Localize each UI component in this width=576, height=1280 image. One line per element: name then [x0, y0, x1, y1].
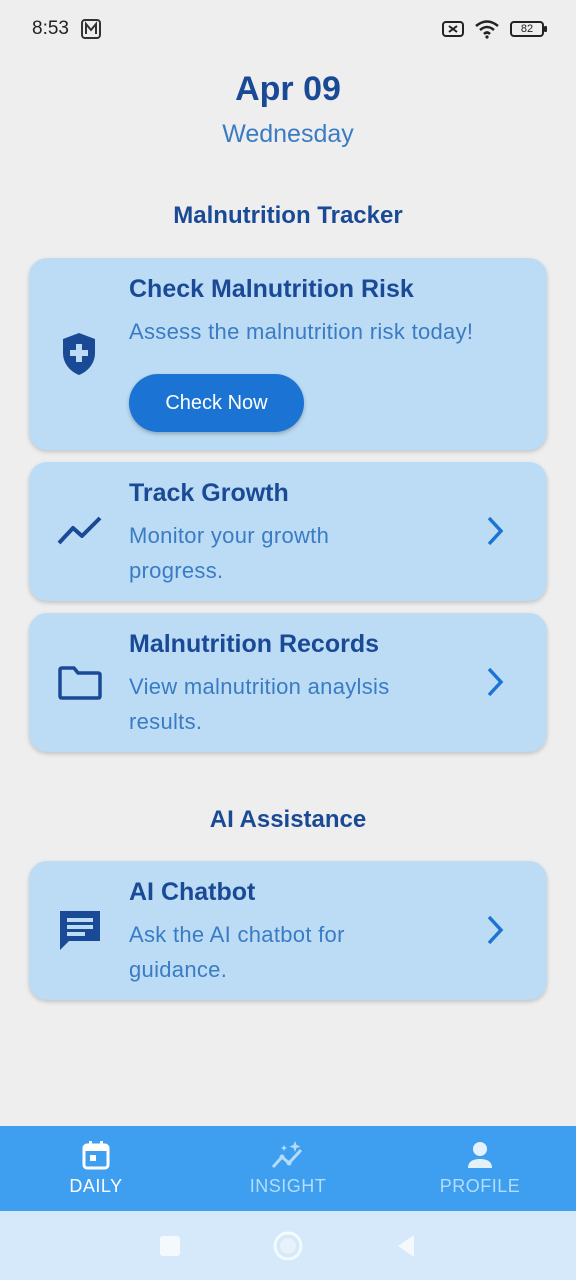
battery-level: 82 — [520, 23, 534, 35]
nav-profile[interactable]: PROFILE — [384, 1126, 576, 1211]
battery-indicator: 82 — [510, 21, 547, 37]
calendar-icon — [82, 1141, 110, 1170]
folder-icon — [58, 666, 102, 700]
person-icon — [468, 1142, 492, 1168]
chat-icon — [60, 911, 100, 950]
status-left: 8:53 — [32, 18, 101, 40]
tracker-section-title: Malnutrition Tracker — [173, 202, 403, 229]
insight-icon — [271, 1141, 303, 1169]
system-navigation-bar — [0, 1211, 576, 1280]
weekday-title: Wednesday — [222, 120, 354, 148]
shield-plus-icon — [63, 333, 95, 375]
nav-daily-label: DAILY — [69, 1176, 123, 1196]
wifi-icon — [475, 20, 499, 39]
ai-section-title: AI Assistance — [209, 806, 367, 833]
ai-chatbot-card[interactable]: AI Chatbot Ask the AI chatbot for guidan… — [29, 861, 547, 1000]
track-growth-card[interactable]: Track Growth Monitor your growth progres… — [29, 462, 547, 601]
trending-up-icon — [57, 516, 102, 545]
no-sim-icon — [442, 21, 464, 37]
growth-card-desc-line1: Monitor your growth — [129, 523, 330, 548]
status-right: 82 — [442, 19, 547, 39]
recent-apps-button[interactable] — [158, 1234, 182, 1258]
records-card-desc-line2: results. — [129, 709, 203, 734]
bottom-navigation: DAILY INSIGHT PROFILE — [0, 1126, 576, 1211]
nav-insight-label: INSIGHT — [249, 1176, 327, 1196]
growth-card-title: Track Growth — [129, 479, 289, 507]
back-button[interactable] — [394, 1233, 418, 1259]
chevron-right-icon — [487, 915, 504, 945]
risk-card-desc: Assess the malnutrition risk today! — [129, 319, 474, 344]
chatbot-card-desc-line1: Ask the AI chatbot for — [129, 922, 345, 947]
chevron-right-icon — [487, 516, 504, 546]
nav-daily[interactable]: DAILY — [0, 1126, 192, 1211]
chatbot-card-desc-line2: guidance. — [129, 957, 228, 982]
nav-profile-label: PROFILE — [439, 1176, 521, 1196]
status-bar: 8:53 82 — [0, 0, 576, 58]
records-card-desc-line1: View malnutrition anaylsis — [129, 674, 390, 699]
growth-card-desc-line2: progress. — [129, 558, 224, 583]
risk-card-title: Check Malnutrition Risk — [129, 275, 414, 303]
chevron-right-icon — [487, 667, 504, 697]
home-button[interactable] — [272, 1230, 304, 1262]
check-risk-card: Check Malnutrition Risk Assess the malnu… — [29, 258, 547, 450]
records-card-title: Malnutrition Records — [129, 630, 380, 658]
chatbot-card-title: AI Chatbot — [129, 878, 256, 906]
status-time: 8:53 — [32, 18, 69, 39]
date-title: Apr 09 — [235, 70, 341, 108]
check-now-button[interactable]: Check Now — [129, 374, 304, 432]
records-card[interactable]: Malnutrition Records View malnutrition a… — [29, 613, 547, 752]
app-notification-icon — [80, 19, 101, 39]
nav-insight[interactable]: INSIGHT — [192, 1126, 384, 1211]
